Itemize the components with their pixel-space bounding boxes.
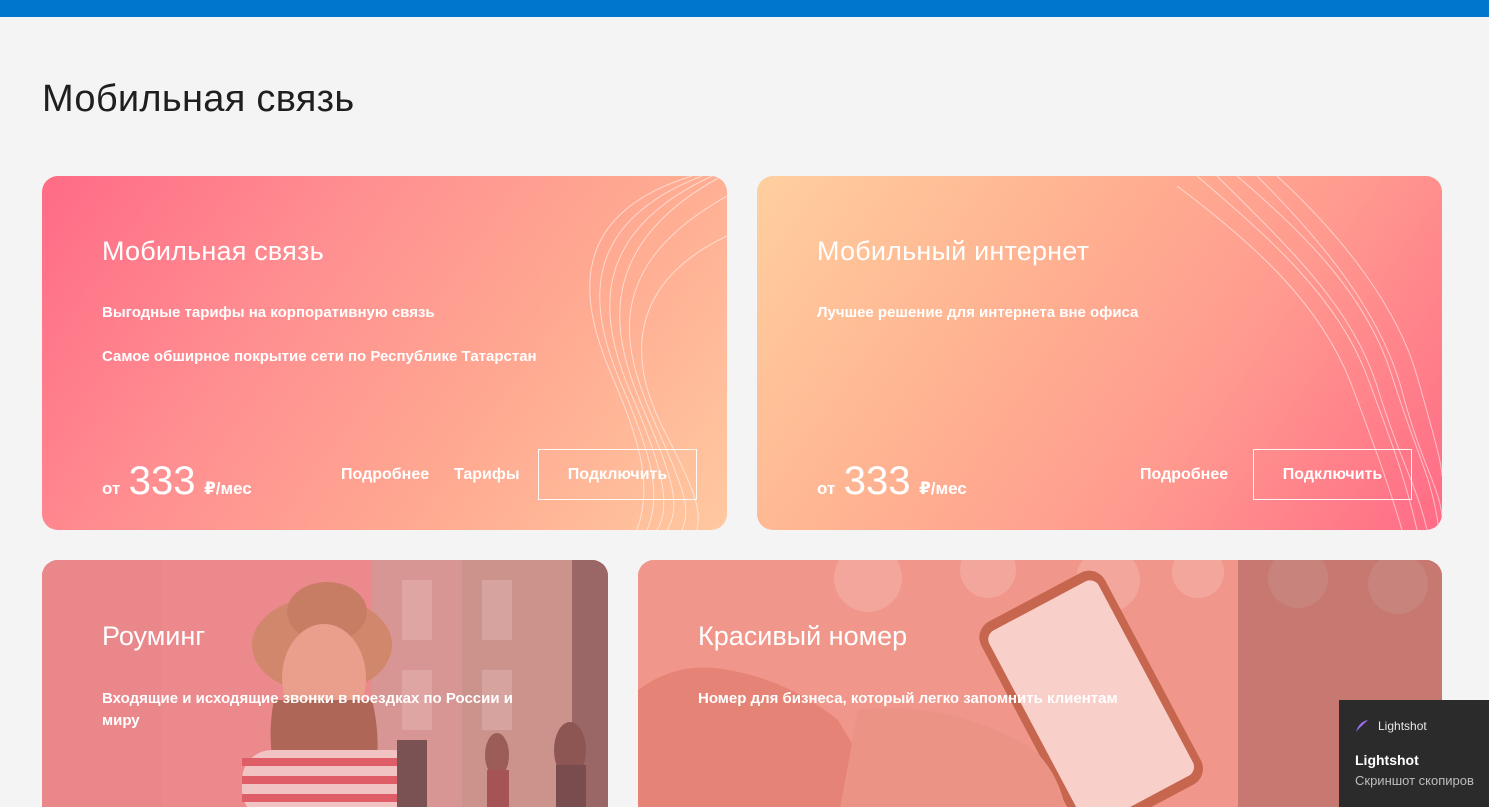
card-mobile-connection[interactable]: Мобильная связь Выгодные тарифы на корпо… xyxy=(42,176,727,530)
notification-app-name: Lightshot xyxy=(1378,719,1427,733)
card-description: Лучшее решение для интернета вне офиса xyxy=(817,304,1139,321)
card-description: Входящие и исходящие звонки в поездках п… xyxy=(102,690,513,729)
card-mobile-internet[interactable]: Мобильный интернет Лучшее решение для ин… xyxy=(757,176,1442,530)
card-description: Самое обширное покрытие сети по Республи… xyxy=(102,348,537,365)
top-bar xyxy=(0,0,1489,17)
feather-icon xyxy=(1356,720,1368,732)
phone-photo xyxy=(638,560,1442,807)
price-value: 333 xyxy=(128,459,196,503)
price: от 333 ₽/мес xyxy=(102,459,252,504)
price-prefix: от xyxy=(102,479,121,498)
card-title: Красивый номер xyxy=(698,621,908,651)
roaming-photo xyxy=(42,560,608,807)
connect-button[interactable]: Подключить xyxy=(538,449,697,500)
notification-body: Скриншот скопиров xyxy=(1355,773,1474,788)
more-link[interactable]: Подробнее xyxy=(341,466,429,484)
card-title: Мобильная связь xyxy=(102,236,324,266)
price: от 333 ₽/мес xyxy=(817,459,967,504)
page-title: Мобильная связь xyxy=(42,78,355,120)
card-beautiful-number[interactable]: Красивый номер Номер для бизнеса, которы… xyxy=(638,560,1442,807)
notification-title: Lightshot xyxy=(1355,752,1419,768)
more-link[interactable]: Подробнее xyxy=(1140,466,1228,484)
price-unit: ₽/мес xyxy=(203,479,252,498)
connect-button[interactable]: Подключить xyxy=(1253,449,1412,500)
price-unit: ₽/мес xyxy=(918,479,967,498)
card-roaming[interactable]: Роуминг Входящие и исходящие звонки в по… xyxy=(42,560,608,807)
tariffs-link[interactable]: Тарифы xyxy=(454,466,520,484)
card-title: Мобильный интернет xyxy=(817,236,1090,266)
notification-toast[interactable]: Lightshot Lightshot Скриншот скопиров xyxy=(1339,700,1489,807)
card-description: Выгодные тарифы на корпоративную связь xyxy=(102,304,435,321)
price-prefix: от xyxy=(817,479,836,498)
price-value: 333 xyxy=(843,459,911,503)
notification-app-row: Lightshot xyxy=(1355,719,1427,733)
card-title: Роуминг xyxy=(102,621,206,651)
card-description: Номер для бизнеса, который легко запомни… xyxy=(698,690,1118,707)
